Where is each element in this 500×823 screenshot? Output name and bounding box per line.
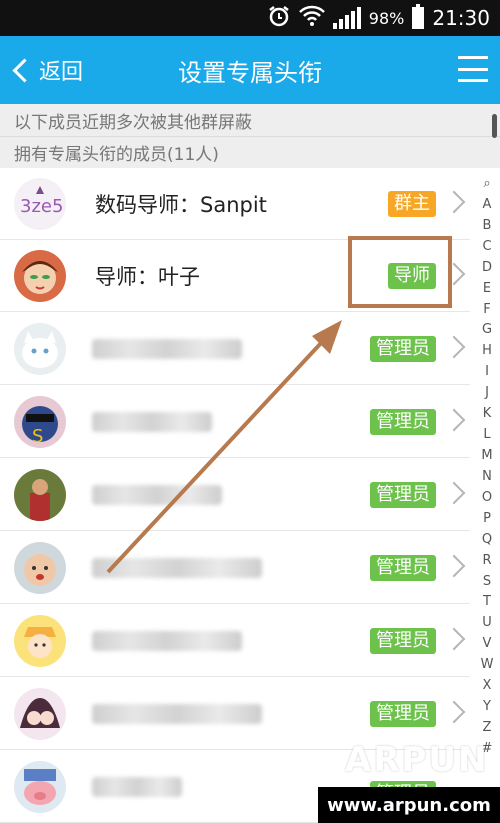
chevron-right-icon	[442, 554, 466, 578]
members-section-header: 拥有专属头衔的成员(11人)	[0, 136, 500, 168]
index-letter[interactable]: N	[482, 469, 492, 484]
title-badge: 管理员	[370, 555, 436, 581]
index-letter[interactable]: K	[483, 406, 492, 421]
index-letter[interactable]: Q	[482, 532, 492, 547]
chevron-right-icon	[442, 700, 466, 724]
member-row[interactable]: 管理员	[0, 313, 470, 385]
blocked-notice-text: 以下成员近期多次被其他群屏蔽	[14, 112, 252, 133]
title-bar: 返回 设置专属头衔	[0, 36, 500, 104]
title-badge: 管理员	[370, 336, 436, 362]
index-letter[interactable]: I	[485, 364, 489, 379]
member-row[interactable]: 3ze5 数码导师：Sanpit 群主	[0, 168, 470, 240]
title-badge: 群主	[388, 191, 436, 217]
blurred-member-name	[92, 412, 212, 432]
index-letter[interactable]: V	[483, 636, 492, 651]
member-name: 数码导师：Sanpit	[95, 193, 267, 217]
avatar: S	[14, 396, 66, 448]
status-bar: 98% 21:30	[0, 0, 500, 36]
watermark-url: www.arpun.com	[318, 787, 500, 823]
avatar	[14, 688, 66, 740]
index-letter[interactable]: J	[485, 385, 489, 400]
title-badge: 管理员	[370, 409, 436, 435]
chevron-right-icon	[442, 190, 466, 214]
clock: 21:30	[432, 6, 490, 30]
index-letter[interactable]: G	[482, 322, 492, 337]
blurred-member-name	[92, 485, 222, 505]
menu-button[interactable]	[458, 56, 488, 82]
blocked-members-row[interactable]: 以下成员近期多次被其他群屏蔽	[0, 104, 500, 136]
index-letter[interactable]: M	[481, 448, 492, 463]
title-badge: 管理员	[370, 482, 436, 508]
chevron-right-icon	[442, 408, 466, 432]
member-row[interactable]: 管理员	[0, 459, 470, 531]
avatar	[14, 250, 66, 302]
avatar	[14, 761, 66, 813]
index-letter[interactable]: L	[483, 427, 490, 442]
member-row[interactable]: 管理员	[0, 532, 470, 604]
chevron-right-icon	[442, 481, 466, 505]
title-badge: 管理员	[370, 628, 436, 654]
index-letter[interactable]: H	[482, 343, 492, 358]
index-letter[interactable]: P	[483, 511, 491, 526]
index-letter[interactable]: O	[482, 490, 492, 505]
avatar	[14, 323, 66, 375]
avatar	[14, 542, 66, 594]
member-name: 导师：叶子	[95, 265, 200, 289]
blurred-member-name	[92, 704, 262, 724]
menu-icon	[458, 56, 488, 59]
index-letter[interactable]: Y	[483, 699, 491, 714]
index-letter[interactable]: S	[483, 574, 491, 589]
index-letter[interactable]: B	[483, 218, 492, 233]
chevron-right-icon	[442, 627, 466, 651]
index-letter[interactable]: A	[483, 197, 492, 212]
annotation-highlight-box	[348, 236, 452, 308]
scrollbar[interactable]	[492, 114, 497, 138]
battery-icon	[412, 4, 425, 29]
avatar	[14, 615, 66, 667]
wifi-icon	[298, 5, 325, 31]
member-row[interactable]: 管理员	[0, 605, 470, 677]
index-letter[interactable]: X	[483, 678, 492, 693]
battery-percent: 98%	[368, 8, 405, 28]
svg-text:S: S	[32, 426, 43, 447]
blurred-member-name	[92, 631, 242, 651]
avatar	[14, 469, 66, 521]
title-badge: 管理员	[370, 701, 436, 727]
watermark-logo: ARPUN	[345, 740, 489, 780]
alphabet-index[interactable]: ⌕ A B C D E F G H I J K L M N O P Q R S T U V W X Y Z #	[474, 176, 500, 756]
chevron-right-icon	[442, 335, 466, 359]
member-row[interactable]: S 管理员	[0, 386, 470, 458]
blurred-member-name	[92, 339, 242, 359]
signal-icon	[332, 7, 361, 29]
index-letter[interactable]: D	[482, 260, 492, 275]
index-letter[interactable]: R	[482, 553, 491, 568]
index-letter[interactable]: U	[482, 615, 492, 630]
index-letter[interactable]: C	[482, 239, 491, 254]
blurred-member-name	[92, 777, 182, 797]
members-header-text: 拥有专属头衔的成员(11人)	[14, 145, 219, 165]
index-letter[interactable]: Z	[483, 720, 492, 735]
index-letter[interactable]: T	[483, 594, 491, 609]
index-search-icon[interactable]: ⌕	[483, 176, 490, 191]
avatar: 3ze5	[14, 178, 66, 230]
svg-text:3ze5: 3ze5	[20, 196, 63, 217]
page-title: 设置专属头衔	[178, 58, 322, 87]
alarm-icon	[267, 4, 291, 32]
index-letter[interactable]: F	[483, 302, 490, 317]
index-letter[interactable]: E	[483, 281, 491, 296]
index-letter[interactable]: W	[481, 657, 494, 672]
blurred-member-name	[92, 558, 262, 578]
